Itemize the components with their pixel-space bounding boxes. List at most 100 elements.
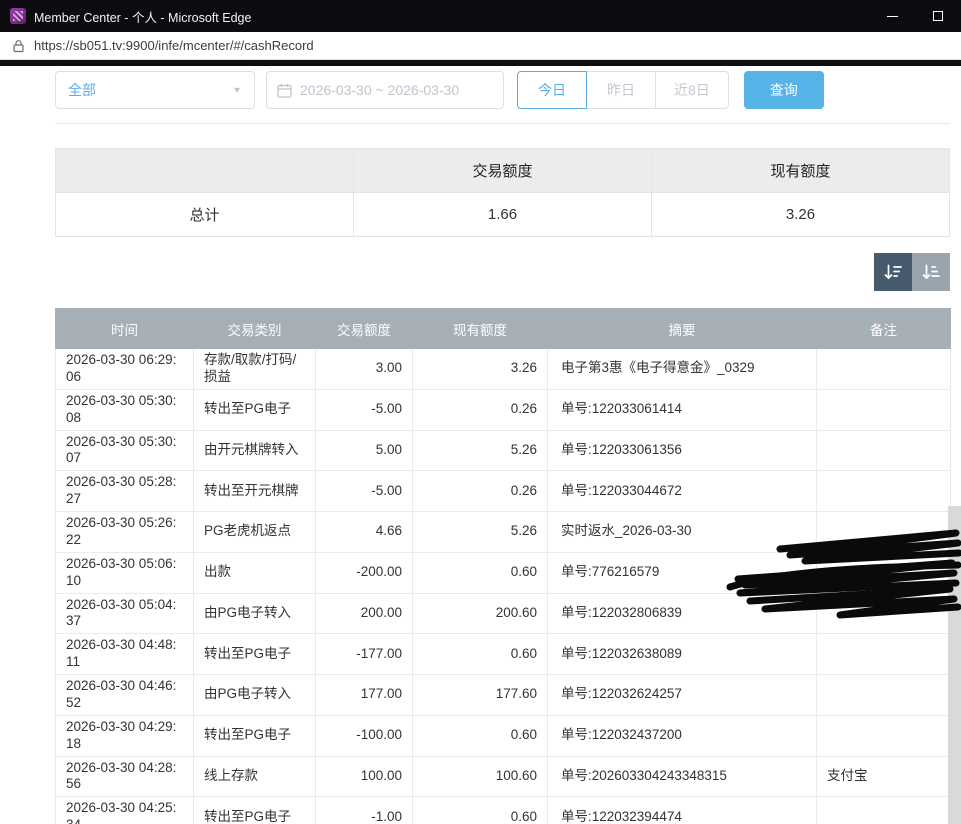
table-cell: PG老虎机返点	[194, 512, 316, 553]
category-select-value: 全部	[68, 80, 96, 100]
table-cell	[817, 389, 951, 430]
table-row: 2026-03-30 06:29:06存款/取款/打码/损益3.003.26电子…	[56, 349, 951, 390]
cash-table-head-row: 时间交易类别交易额度现有额度摘要备注	[56, 309, 951, 349]
summary-transaction-total: 1.66	[354, 193, 652, 237]
table-cell: 200.00	[316, 593, 413, 634]
category-select[interactable]: 全部 ▼	[55, 71, 255, 109]
maximize-button[interactable]	[915, 0, 961, 32]
maximize-icon	[933, 11, 943, 21]
summary-table: 交易额度 现有额度 总计 1.66 3.26	[55, 148, 950, 237]
table-cell: 单号:122032806839	[548, 593, 817, 634]
summary-row: 总计 1.66 3.26	[56, 193, 950, 237]
table-cell: 0.60	[413, 715, 548, 756]
minimize-button[interactable]	[869, 0, 915, 32]
table-cell: 单号:122032638089	[548, 634, 817, 675]
column-header: 现有额度	[413, 309, 548, 349]
table-cell: 2026-03-30 04:48:11	[56, 634, 194, 675]
window-controls	[869, 0, 961, 32]
summary-total-label: 总计	[56, 193, 354, 237]
table-cell: 0.26	[413, 471, 548, 512]
cash-table-body: 2026-03-30 06:29:06存款/取款/打码/损益3.003.26电子…	[56, 349, 951, 824]
table-cell: 转出至PG电子	[194, 715, 316, 756]
table-cell	[817, 471, 951, 512]
summary-header-balance: 现有额度	[652, 149, 950, 193]
table-cell: 2026-03-30 04:46:52	[56, 675, 194, 716]
quick-filter-button[interactable]: 今日	[517, 71, 587, 109]
quick-filter-button[interactable]: 昨日	[586, 71, 656, 109]
scrollbar[interactable]	[948, 506, 961, 824]
table-row: 2026-03-30 04:46:52由PG电子转入177.00177.60单号…	[56, 675, 951, 716]
browser-divider-strip	[0, 60, 961, 66]
table-cell: 2026-03-30 04:28:56	[56, 756, 194, 797]
table-row: 2026-03-30 05:26:22PG老虎机返点4.665.26实时返水_2…	[56, 512, 951, 553]
window-title: Member Center - 个人 - Microsoft Edge	[34, 7, 251, 26]
table-cell: 单号:122033061356	[548, 430, 817, 471]
table-cell: 单号:122032437200	[548, 715, 817, 756]
table-cell: 由PG电子转入	[194, 675, 316, 716]
table-cell	[817, 430, 951, 471]
table-row: 2026-03-30 04:29:18转出至PG电子-100.000.60单号:…	[56, 715, 951, 756]
table-cell: -5.00	[316, 471, 413, 512]
table-cell: -1.00	[316, 797, 413, 824]
table-row: 2026-03-30 04:28:56线上存款100.00100.60单号:20…	[56, 756, 951, 797]
table-cell: 单号:122033044672	[548, 471, 817, 512]
table-cell: 支付宝	[817, 756, 951, 797]
table-cell	[817, 634, 951, 675]
table-cell	[817, 593, 951, 634]
table-cell: 100.00	[316, 756, 413, 797]
security-lock-icon[interactable]	[12, 39, 25, 53]
table-cell: 2026-03-30 05:26:22	[56, 512, 194, 553]
browser-urlbar: https://sb051.tv:9900/infe/mcenter/#/cas…	[0, 32, 961, 60]
search-button[interactable]: 查询	[744, 71, 824, 109]
summary-balance-total: 3.26	[652, 193, 950, 237]
summary-header-transaction: 交易额度	[354, 149, 652, 193]
url-text[interactable]: https://sb051.tv:9900/infe/mcenter/#/cas…	[34, 38, 314, 53]
table-cell: 转出至PG电子	[194, 634, 316, 675]
browser-titlebar: Member Center - 个人 - Microsoft Edge	[0, 0, 961, 32]
table-row: 2026-03-30 05:30:08转出至PG电子-5.000.26单号:12…	[56, 389, 951, 430]
sort-controls	[55, 253, 950, 291]
table-cell: -5.00	[316, 389, 413, 430]
table-cell: 177.00	[316, 675, 413, 716]
table-cell: 5.26	[413, 430, 548, 471]
date-range-input[interactable]: 2026-03-30 ~ 2026-03-30	[266, 71, 504, 109]
filter-toolbar: 全部 ▼ 2026-03-30 ~ 2026-03-30 今日昨日近8日 查询	[55, 71, 950, 109]
table-cell: 200.60	[413, 593, 548, 634]
table-cell: 2026-03-30 05:04:37	[56, 593, 194, 634]
table-row: 2026-03-30 05:04:37由PG电子转入200.00200.60单号…	[56, 593, 951, 634]
table-cell: 2026-03-30 05:30:07	[56, 430, 194, 471]
table-cell: 2026-03-30 06:29:06	[56, 349, 194, 390]
sort-descending-button[interactable]	[874, 253, 912, 291]
table-cell: 单号:202603304243348315	[548, 756, 817, 797]
caret-down-icon: ▼	[232, 86, 242, 95]
sort-descending-icon	[883, 262, 903, 282]
table-cell: 2026-03-30 05:06:10	[56, 552, 194, 593]
table-cell: 转出至PG电子	[194, 389, 316, 430]
table-cell: 电子第3惠《电子得意金》_0329	[548, 349, 817, 390]
section-divider	[55, 123, 950, 124]
table-cell: 0.60	[413, 634, 548, 675]
table-row: 2026-03-30 04:48:11转出至PG电子-177.000.60单号:…	[56, 634, 951, 675]
table-cell	[817, 552, 951, 593]
table-cell: 单号:776216579	[548, 552, 817, 593]
table-cell: 5.00	[316, 430, 413, 471]
table-cell: -177.00	[316, 634, 413, 675]
cash-record-table: 时间交易类别交易额度现有额度摘要备注 2026-03-30 06:29:06存款…	[55, 308, 951, 824]
table-row: 2026-03-30 05:06:10出款-200.000.60单号:77621…	[56, 552, 951, 593]
summary-header-empty	[56, 149, 354, 193]
table-cell: 2026-03-30 05:30:08	[56, 389, 194, 430]
minimize-icon	[887, 16, 898, 17]
column-header: 备注	[817, 309, 951, 349]
table-cell: 2026-03-30 04:29:18	[56, 715, 194, 756]
sort-ascending-button[interactable]	[912, 253, 950, 291]
table-cell: -200.00	[316, 552, 413, 593]
table-cell: 线上存款	[194, 756, 316, 797]
table-cell	[817, 797, 951, 824]
quick-filter-button[interactable]: 近8日	[655, 71, 729, 109]
table-cell: 2026-03-30 04:25:34	[56, 797, 194, 824]
quick-filter-group: 今日昨日近8日	[517, 71, 729, 109]
table-cell: 转出至PG电子	[194, 797, 316, 824]
sort-ascending-icon	[921, 262, 941, 282]
table-cell: 存款/取款/打码/损益	[194, 349, 316, 390]
table-cell	[817, 512, 951, 553]
